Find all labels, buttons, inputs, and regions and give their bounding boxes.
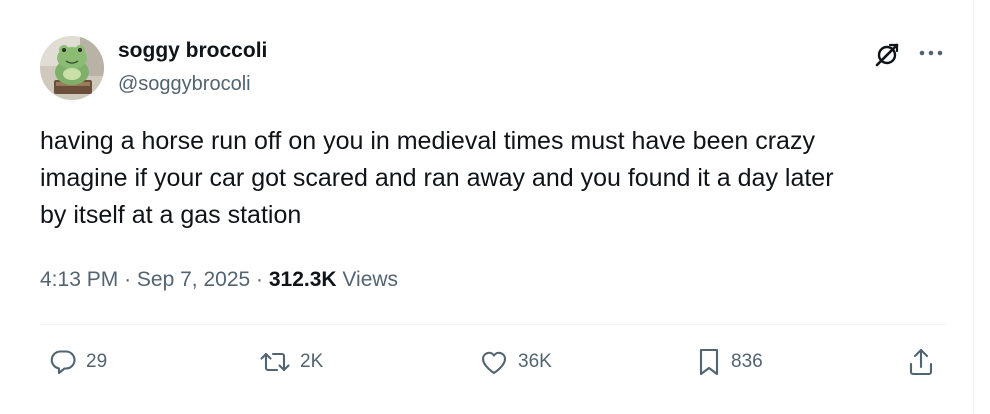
avatar[interactable] xyxy=(40,36,104,100)
like-button[interactable]: 36K xyxy=(478,345,552,379)
timestamp-time[interactable]: 4:13 PM xyxy=(40,268,118,291)
tweet-text-line: by itself at a gas station xyxy=(40,201,302,229)
tweet-text-line: having a horse run off on you in medieva… xyxy=(40,127,815,155)
tweet-text-line: imagine if your car got scared and ran a… xyxy=(40,164,834,192)
reply-icon xyxy=(50,350,76,375)
grok-icon[interactable] xyxy=(872,40,902,70)
divider xyxy=(40,324,946,325)
tweet-meta: 4:13 PM · Sep 7, 2025 · 312.3K Views xyxy=(40,265,398,295)
repost-button[interactable]: 2K xyxy=(258,345,323,379)
tweet-card: soggy broccoli @soggybrocoli having a ho… xyxy=(0,0,990,414)
bookmark-count: 836 xyxy=(731,351,763,372)
repost-count: 2K xyxy=(300,351,324,372)
avatar-image xyxy=(40,36,104,100)
like-count: 36K xyxy=(518,351,552,372)
display-name[interactable]: soggy broccoli xyxy=(118,38,267,64)
reply-count: 29 xyxy=(86,351,108,372)
card-border xyxy=(973,0,974,414)
meta-separator: · xyxy=(124,268,132,291)
bookmark-icon xyxy=(699,348,719,376)
meta-separator: · xyxy=(256,268,264,291)
share-icon xyxy=(909,348,933,376)
timestamp-date[interactable]: Sep 7, 2025 xyxy=(137,268,250,291)
bookmark-button[interactable]: 836 xyxy=(695,345,763,379)
repost-icon xyxy=(260,352,290,372)
views-count[interactable]: 312.3K xyxy=(269,268,337,291)
heart-icon xyxy=(481,351,507,375)
user-handle[interactable]: @soggybrocoli xyxy=(118,72,251,96)
share-button[interactable] xyxy=(906,345,936,379)
tweet-text: having a horse run off on you in medieva… xyxy=(40,123,960,234)
more-icon[interactable] xyxy=(917,40,945,66)
views-label[interactable]: Views xyxy=(342,268,398,291)
reply-button[interactable]: 29 xyxy=(48,345,107,379)
